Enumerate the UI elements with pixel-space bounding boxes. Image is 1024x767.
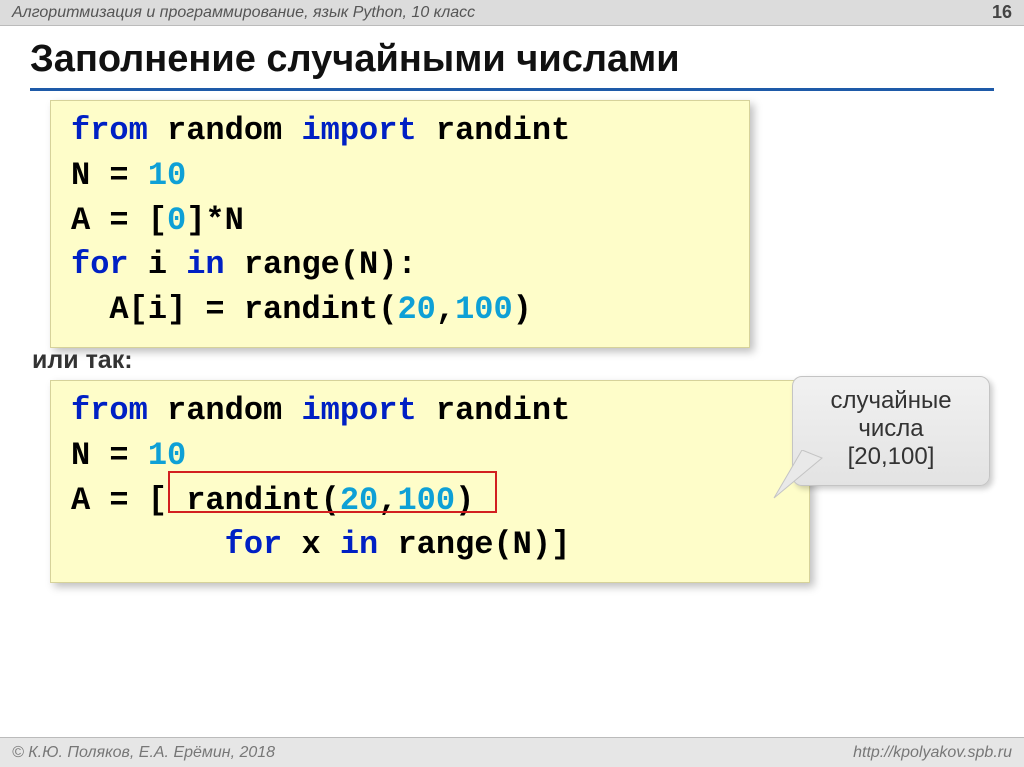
alternative-label: или так: [32,346,133,375]
code-line: A = [0]*N [71,199,729,244]
slide-footer: © К.Ю. Поляков, Е.А. Ерёмин, 2018 http:/… [0,737,1024,767]
code-block-1: from random import randint N = 10 A = [0… [50,100,750,348]
page-number: 16 [992,2,1012,23]
code-line: A[i] = randint(20,100) [71,288,729,333]
title-underline [30,88,994,91]
callout-line: случайные [803,387,979,415]
code-line: from random import randint [71,109,729,154]
code-block-2: from random import randint N = 10 A = [ … [50,380,810,583]
page-title: Заполнение случайными числами [30,38,680,81]
header-title: Алгоритмизация и программирование, язык … [12,4,992,22]
code-line: for i in range(N): [71,243,729,288]
footer-url: http://kpolyakov.spb.ru [853,744,1012,762]
code-line: N = 10 [71,154,729,199]
code-line: N = 10 [71,434,789,479]
code-line: A = [ randint(20,100) [71,479,789,524]
callout-line: числа [803,415,979,443]
slide-header: Алгоритмизация и программирование, язык … [0,0,1024,26]
code-line: from random import randint [71,389,789,434]
code-line: for x in range(N)] [71,523,789,568]
footer-copyright: © К.Ю. Поляков, Е.А. Ерёмин, 2018 [12,744,853,762]
